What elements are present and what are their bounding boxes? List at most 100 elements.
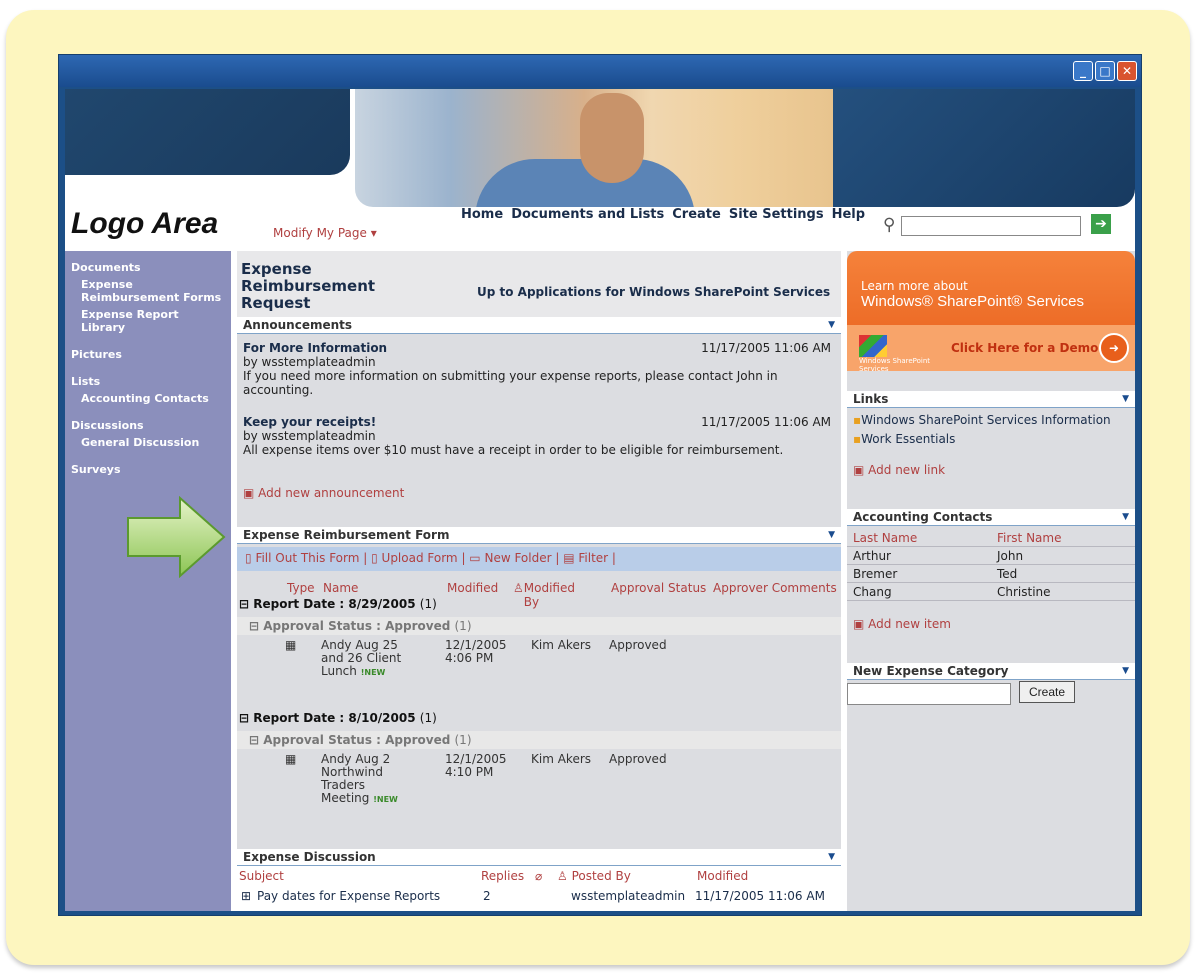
chevron-down-icon[interactable]: ▼ xyxy=(828,527,835,544)
sidebar-item-expense-forms[interactable]: Expense Reimbursement Forms xyxy=(71,278,225,304)
maximize-button[interactable]: □ xyxy=(1095,61,1115,81)
announcement-date: 11/17/2005 11:06 AM xyxy=(701,415,831,429)
chevron-down-icon[interactable]: ▼ xyxy=(1122,391,1129,408)
table-row[interactable]: Arthur John xyxy=(847,547,1135,565)
group-label: Report Date : 8/10/2005 xyxy=(253,711,416,725)
group-report-date[interactable]: ⊟ Report Date : 8/10/2005 (1) xyxy=(239,711,437,725)
announcement-date: 11/17/2005 11:06 AM xyxy=(701,341,831,355)
sharepoint-promo-banner[interactable]: Learn more about Windows® SharePoint® Se… xyxy=(847,251,1135,373)
nav-home[interactable]: Home xyxy=(461,207,503,222)
sidebar-item-accounting-contacts[interactable]: Accounting Contacts xyxy=(71,392,225,405)
cell-first-name: Christine xyxy=(997,585,1051,599)
arrow-right-icon[interactable]: ➜ xyxy=(1099,333,1129,363)
nav-help[interactable]: Help xyxy=(832,207,865,222)
add-announcement-link[interactable]: ▣ Add new announcement xyxy=(243,486,404,500)
subgroup-label: Approval Status : Approved xyxy=(263,619,451,633)
close-button[interactable]: ✕ xyxy=(1117,61,1137,81)
col-modified[interactable]: Modified xyxy=(447,581,498,595)
create-button[interactable]: Create xyxy=(1019,681,1075,703)
upload-form-button[interactable]: Upload Form xyxy=(382,551,458,565)
announcement-body: All expense items over $10 must have a r… xyxy=(243,443,784,457)
new-badge: !NEW xyxy=(360,668,386,677)
sidebar-discussions[interactable]: Discussions xyxy=(71,419,225,432)
col-last-name[interactable]: Last Name xyxy=(853,531,917,545)
search-input[interactable] xyxy=(901,216,1081,236)
link-item[interactable]: ▪Windows SharePoint Services Information xyxy=(853,413,1111,427)
doc-modified-by[interactable]: Kim Akers xyxy=(531,753,591,766)
sidebar-lists[interactable]: Lists xyxy=(71,375,225,388)
announcements-title[interactable]: Announcements xyxy=(243,318,352,332)
col-approval-status[interactable]: Approval Status xyxy=(611,581,706,595)
col-replies[interactable]: Replies xyxy=(481,869,524,883)
page-title: Expense Reimbursement Request xyxy=(241,260,376,312)
nav-create[interactable]: Create xyxy=(672,207,721,222)
link-label: Work Essentials xyxy=(861,432,956,446)
group-approval-status[interactable]: ⊟ Approval Status : Approved (1) xyxy=(237,731,841,749)
chevron-down-icon[interactable]: ▼ xyxy=(828,317,835,334)
col-type[interactable]: Type xyxy=(287,581,315,595)
link-item[interactable]: ▪Work Essentials xyxy=(853,432,955,446)
up-to-link[interactable]: Up to Applications for Windows SharePoin… xyxy=(477,285,830,299)
photo-person-face xyxy=(580,93,644,183)
banner-graphic-right xyxy=(833,89,1135,207)
col-name[interactable]: Name xyxy=(323,581,358,595)
cell-first-name: John xyxy=(997,549,1024,563)
cell-last-name: Bremer xyxy=(853,567,898,581)
cell-last-name: Chang xyxy=(853,585,892,599)
col-modified[interactable]: Modified xyxy=(697,869,748,883)
minimize-button[interactable]: _ xyxy=(1073,61,1093,81)
col-first-name[interactable]: First Name xyxy=(997,531,1061,545)
modify-page-menu[interactable]: Modify My Page ▾ xyxy=(273,226,377,240)
demo-link[interactable]: Click Here for a Demo xyxy=(951,341,1098,355)
callout-arrow-icon xyxy=(127,496,226,578)
col-modified-by[interactable]: ♙ Modified By xyxy=(513,581,575,609)
nav-site-settings[interactable]: Site Settings xyxy=(729,207,824,222)
sidebar-pictures[interactable]: Pictures xyxy=(71,348,225,361)
new-badge: !NEW xyxy=(373,795,398,804)
doc-name-link[interactable]: Andy Aug 25 and 26 Client Lunch !NEW xyxy=(321,639,401,679)
table-row[interactable]: Bremer Ted xyxy=(847,565,1135,583)
nav-documents-lists[interactable]: Documents and Lists xyxy=(511,207,664,222)
banner-graphic-left xyxy=(65,89,350,175)
fill-out-form-button[interactable]: Fill Out This Form xyxy=(255,551,359,565)
discussion-replies: 2 xyxy=(483,889,491,903)
link-label: Windows SharePoint Services Information xyxy=(861,413,1111,427)
group-approval-status[interactable]: ⊟ Approval Status : Approved (1) xyxy=(237,617,841,635)
discussion-title[interactable]: Expense Discussion xyxy=(243,850,376,864)
chevron-down-icon[interactable]: ▼ xyxy=(1122,663,1129,680)
col-subject[interactable]: Subject xyxy=(239,869,284,883)
subgroup-count: (1) xyxy=(454,619,472,633)
sidebar-item-expense-library[interactable]: Expense Report Library xyxy=(71,308,225,334)
app-window: _ □ ✕ Logo Area Modify My Page ▾ Home Do… xyxy=(58,54,1142,916)
col-posted-by[interactable]: ♙ Posted By xyxy=(557,869,631,883)
doc-approval-status: Approved xyxy=(609,752,667,766)
doc-name-link[interactable]: Andy Aug 2 Northwind Traders Meeting !NE… xyxy=(321,753,398,806)
links-title[interactable]: Links xyxy=(853,392,888,406)
sidebar-surveys[interactable]: Surveys xyxy=(71,463,225,476)
group-report-date[interactable]: ⊟ Report Date : 8/29/2005 (1) xyxy=(239,597,437,611)
col-approver-comments[interactable]: Approver Comments xyxy=(713,581,837,595)
discussion-subject[interactable]: Pay dates for Expense Reports xyxy=(257,889,440,903)
sidebar-item-general-discussion[interactable]: General Discussion xyxy=(71,436,225,449)
contacts-title[interactable]: Accounting Contacts xyxy=(853,510,992,524)
table-row[interactable]: Chang Christine xyxy=(847,583,1135,601)
add-item-link[interactable]: ▣ Add new item xyxy=(853,617,951,631)
search-go-button[interactable]: ➔ xyxy=(1091,214,1111,234)
search-icon: ⚲ xyxy=(883,215,896,235)
add-link[interactable]: ▣ Add new link xyxy=(853,463,945,477)
doc-name-line: Lunch xyxy=(321,664,357,678)
newcat-title[interactable]: New Expense Category xyxy=(853,664,1008,678)
filter-button[interactable]: Filter xyxy=(578,551,608,565)
expense-form-title[interactable]: Expense Reimbursement Form xyxy=(243,528,449,542)
chevron-down-icon[interactable]: ▼ xyxy=(1122,509,1129,526)
discussion-posted-by[interactable]: wsstemplateadmin xyxy=(571,889,685,903)
new-category-input[interactable] xyxy=(847,683,1011,705)
doc-modified-by[interactable]: Kim Akers xyxy=(531,639,591,652)
discussion-row: ⊞ Pay dates for Expense Reports 2 wsstem… xyxy=(237,889,841,905)
new-folder-button[interactable]: New Folder xyxy=(484,551,551,565)
expand-icon[interactable]: ⊞ xyxy=(241,889,251,903)
sidebar-documents[interactable]: Documents xyxy=(71,261,225,274)
discussion-column-headers: Subject Replies ⌀ ♙ Posted By Modified xyxy=(237,869,841,885)
chevron-down-icon[interactable]: ▼ xyxy=(828,849,835,866)
contacts-header: Accounting Contacts ▼ xyxy=(847,509,1135,526)
